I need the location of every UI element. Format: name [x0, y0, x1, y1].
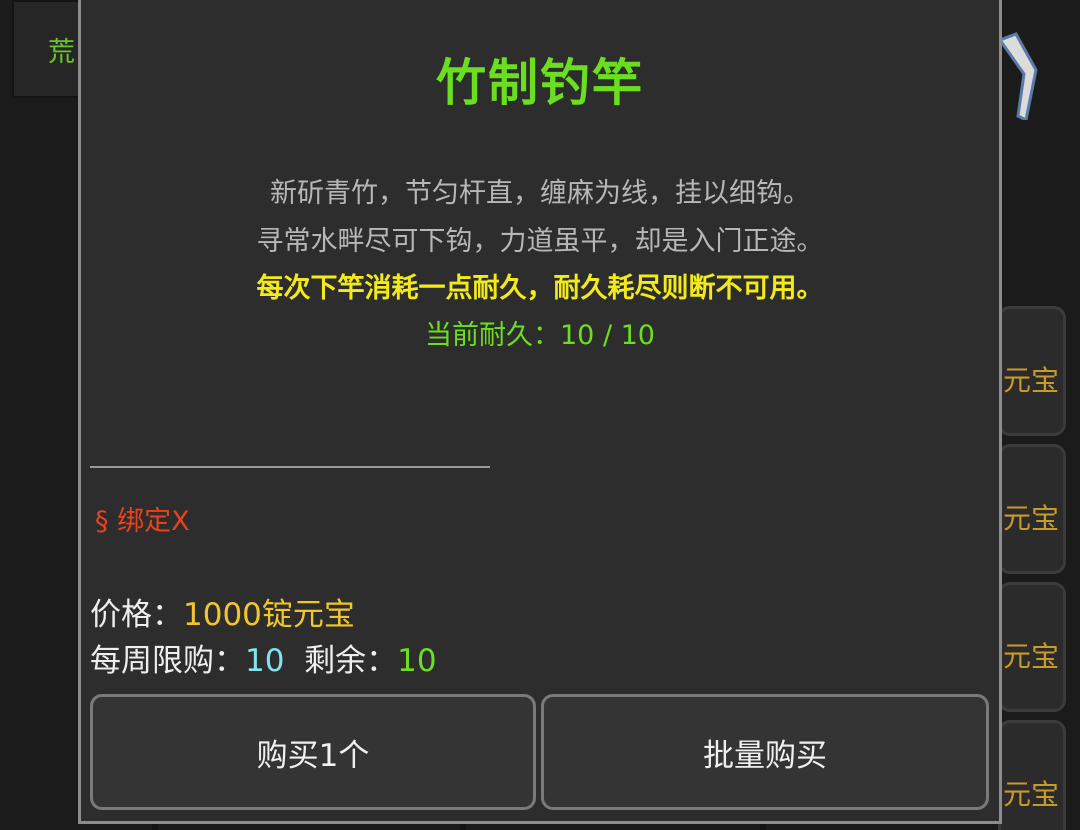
- shop-card-price: 元宝: [1003, 640, 1060, 673]
- shop-card[interactable]: 元宝: [998, 444, 1066, 574]
- bulk-buy-button[interactable]: 批量购买: [541, 694, 989, 810]
- weekly-limit-row: 每周限购：10 剩余：10: [90, 635, 437, 680]
- item-durability: 当前耐久：10 / 10: [425, 320, 655, 351]
- bind-tag: § 绑定X: [95, 506, 190, 537]
- item-title: 竹制钓竿: [436, 54, 644, 112]
- weekly-limit-label: 每周限购：: [90, 643, 245, 679]
- price-label: 价格：: [90, 597, 183, 633]
- shop-card[interactable]: 元宝: [998, 720, 1066, 830]
- shop-card-price: 元宝: [1003, 364, 1060, 397]
- shop-card[interactable]: 元宝: [998, 582, 1066, 712]
- shop-screen: 荒 元宝 元宝 元宝 元宝 竹制钓竿 新斫青竹，节匀杆直，缠麻为线，挂以细钩。 …: [0, 0, 1080, 830]
- shop-card-price: 元宝: [1003, 502, 1060, 535]
- item-rule-text: 每次下竿消耗一点耐久，耐久耗尽则断不可用。: [256, 273, 824, 304]
- remaining-value: 10: [397, 643, 437, 679]
- buy-one-button[interactable]: 购买1个: [90, 694, 536, 810]
- item-description-line: 新斫青竹，节匀杆直，缠麻为线，挂以细钩。: [270, 178, 810, 209]
- section-divider: [90, 466, 490, 468]
- weekly-limit-value: 10: [245, 643, 285, 679]
- remaining-label: 剩余：: [304, 643, 398, 679]
- close-x-icon[interactable]: [996, 30, 1040, 120]
- shop-card-price: 元宝: [1003, 778, 1060, 811]
- shop-card[interactable]: 元宝: [998, 306, 1066, 436]
- item-description-line: 寻常水畔尽可下钩，力道虽平，却是入门正途。: [256, 226, 824, 257]
- price-value: 1000锭元宝: [183, 597, 355, 633]
- price-row: 价格：1000锭元宝: [90, 589, 355, 634]
- item-detail-dialog: 竹制钓竿 新斫青竹，节匀杆直，缠麻为线，挂以细钩。 寻常水畔尽可下钩，力道虽平，…: [78, 0, 1002, 824]
- background-tab-label: 荒: [48, 37, 75, 68]
